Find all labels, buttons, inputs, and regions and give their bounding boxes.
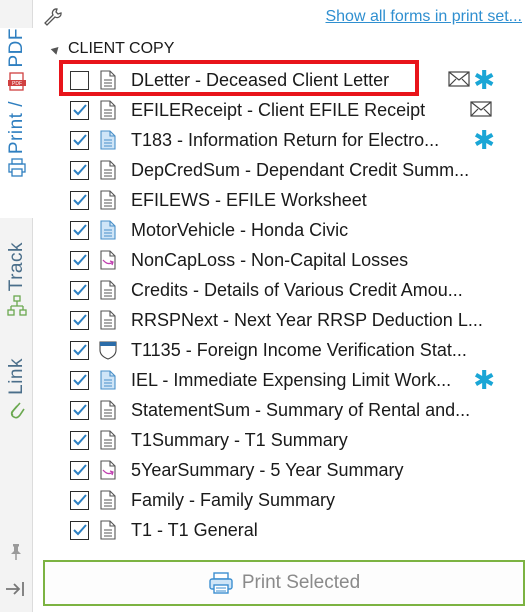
wrench-icon[interactable]: [43, 7, 63, 32]
form-label: NonCapLoss - Non-Capital Losses: [131, 249, 409, 270]
form-checkbox[interactable]: [70, 370, 89, 390]
envelope-icon: [448, 71, 470, 92]
print-selected-button[interactable]: Print Selected: [43, 560, 525, 606]
collapse-panel-icon[interactable]: [5, 580, 27, 603]
form-label: T1135 - Foreign Income Verification Stat…: [131, 339, 467, 360]
printer-icon: [7, 157, 26, 183]
show-all-forms-link[interactable]: Show all forms in print set...: [325, 8, 522, 26]
list-item[interactable]: 5YearSummary - 5 Year Summary: [70, 455, 525, 485]
form-label: EFILEWS - EFILE Worksheet: [131, 189, 367, 210]
blue-document-icon: [99, 219, 117, 241]
list-item[interactable]: T183 - Information Return for Electro...…: [70, 125, 525, 155]
list-item[interactable]: EFILEWS - EFILE Worksheet: [70, 185, 525, 215]
form-checkbox[interactable]: [70, 430, 89, 450]
collapse-triangle-icon[interactable]: [50, 44, 62, 55]
list-item[interactable]: T1135 - Foreign Income Verification Stat…: [70, 335, 525, 365]
group-header-client-copy[interactable]: CLIENT COPY: [50, 40, 175, 58]
form-checkbox[interactable]: [70, 520, 89, 540]
form-checkbox[interactable]: [70, 190, 89, 210]
form-checkbox[interactable]: [70, 460, 89, 480]
document-icon: [99, 189, 117, 211]
list-item[interactable]: T1 - T1 General: [70, 515, 525, 545]
form-label: StatementSum - Summary of Rental and...: [131, 399, 471, 420]
print-selected-label: Print Selected: [241, 572, 361, 593]
document-icon: [99, 519, 117, 541]
tab-link-label: Link: [5, 358, 27, 395]
pink-arrow-document-icon: [99, 249, 117, 271]
form-checkbox[interactable]: [70, 400, 89, 420]
form-label: EFILEReceipt - Client EFILE Receipt: [131, 99, 426, 120]
asterisk-icon: ✱: [473, 365, 495, 395]
form-checkbox[interactable]: [70, 220, 89, 240]
envelope-icon: [470, 101, 492, 122]
form-label: DepCredSum - Dependant Credit Summ...: [131, 159, 470, 180]
svg-text:PDF: PDF: [12, 81, 22, 87]
tab-print-label: Print /: [5, 100, 27, 154]
list-item[interactable]: EFILEReceipt - Client EFILE Receipt: [70, 95, 525, 125]
list-item[interactable]: Credits - Details of Various Credit Amou…: [70, 275, 525, 305]
printer-icon: [208, 571, 234, 595]
tab-print-pdf[interactable]: PDF PDF Print /: [0, 28, 34, 218]
tab-pdf-label: PDF: [5, 28, 27, 68]
list-item[interactable]: NonCapLoss - Non-Capital Losses: [70, 245, 525, 275]
group-title: CLIENT COPY: [68, 40, 175, 57]
form-checkbox[interactable]: [70, 160, 89, 180]
form-label: DLetter - Deceased Client Letter: [131, 69, 390, 90]
form-label: T1 - T1 General: [131, 519, 258, 540]
document-icon: [99, 99, 117, 121]
tab-track[interactable]: Track: [0, 242, 33, 342]
form-checkbox[interactable]: [70, 280, 89, 300]
pdf-icon: PDF: [7, 71, 26, 97]
blue-document-icon: [99, 129, 117, 151]
paperclip-icon: [8, 399, 26, 426]
pink-arrow-document-icon: [99, 459, 117, 481]
asterisk-icon: ✱: [473, 125, 495, 155]
form-label: T1Summary - T1 Summary: [131, 429, 348, 450]
form-checkbox[interactable]: [70, 250, 89, 270]
form-label: Family - Family Summary: [131, 489, 336, 510]
document-icon: [99, 159, 117, 181]
pin-icon[interactable]: [8, 543, 24, 566]
list-item[interactable]: StatementSum - Summary of Rental and...: [70, 395, 525, 425]
form-checkbox[interactable]: [70, 340, 89, 360]
side-tab-strip: PDF PDF Print / Track Link: [0, 0, 34, 612]
form-label: MotorVehicle - Honda Civic: [131, 219, 349, 240]
form-checkbox[interactable]: [70, 310, 89, 330]
document-icon: [99, 429, 117, 451]
list-item[interactable]: IEL - Immediate Expensing Limit Work... …: [70, 365, 525, 395]
list-item[interactable]: DepCredSum - Dependant Credit Summ...: [70, 155, 525, 185]
list-item[interactable]: Family - Family Summary: [70, 485, 525, 515]
form-label: 5YearSummary - 5 Year Summary: [131, 459, 404, 480]
document-icon: [99, 279, 117, 301]
shield-form-icon: [99, 339, 117, 361]
document-icon: [99, 399, 117, 421]
form-checkbox[interactable]: [70, 100, 89, 120]
asterisk-icon: ✱: [473, 65, 495, 95]
list-item[interactable]: RRSPNext - Next Year RRSP Deduction L...: [70, 305, 525, 335]
form-label: T183 - Information Return for Electro...: [131, 129, 440, 150]
form-label: IEL - Immediate Expensing Limit Work...: [131, 369, 452, 390]
form-label: Credits - Details of Various Credit Amou…: [131, 279, 463, 300]
document-icon: [99, 69, 117, 91]
form-checkbox[interactable]: [70, 130, 89, 150]
list-item[interactable]: T1Summary - T1 Summary: [70, 425, 525, 455]
blue-document-icon: [99, 369, 117, 391]
tab-track-label: Track: [5, 242, 27, 292]
document-icon: [99, 489, 117, 511]
form-label: RRSPNext - Next Year RRSP Deduction L...: [131, 309, 483, 330]
forms-list: DLetter - Deceased Client Letter ✱ EFILE…: [59, 60, 525, 545]
form-checkbox[interactable]: [70, 490, 89, 510]
hierarchy-icon: [6, 295, 27, 322]
list-item[interactable]: DLetter - Deceased Client Letter ✱: [59, 60, 525, 96]
tab-link[interactable]: Link: [0, 358, 33, 448]
list-item[interactable]: MotorVehicle - Honda Civic: [70, 215, 525, 245]
form-checkbox[interactable]: [70, 70, 89, 90]
document-icon: [99, 309, 117, 331]
